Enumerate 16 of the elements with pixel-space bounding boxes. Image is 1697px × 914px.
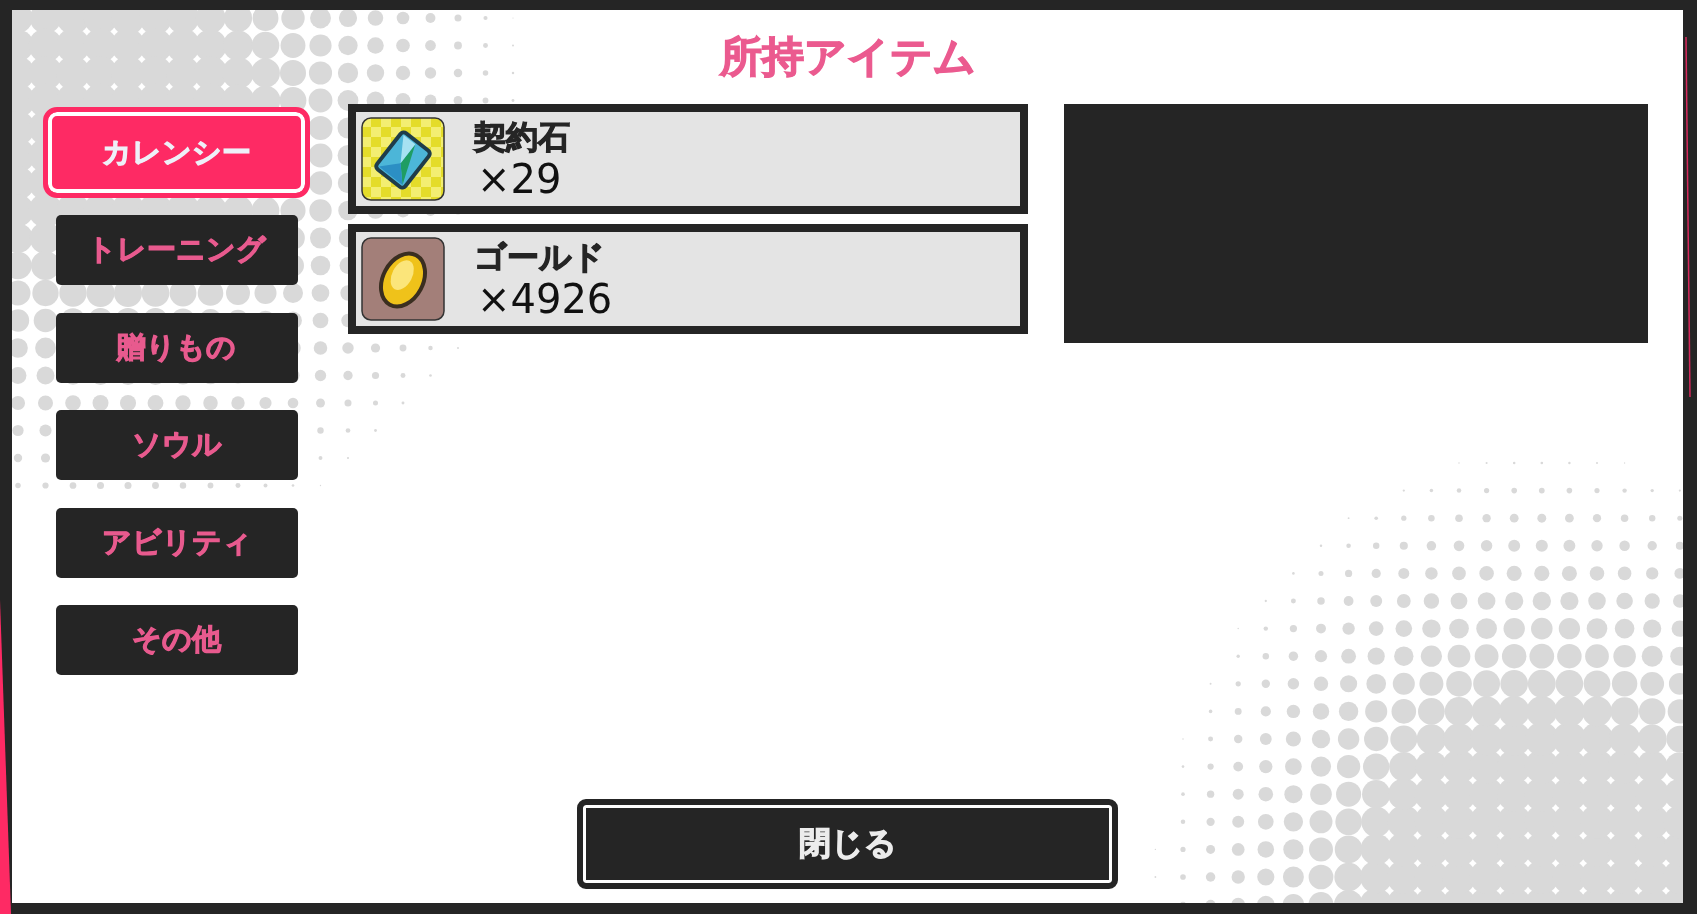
item-count: ×4926: [476, 277, 613, 321]
category-tab[interactable]: 贈りもの: [55, 312, 298, 383]
category-tab[interactable]: アビリティ: [55, 507, 298, 578]
item-card[interactable]: 契約石 ×29: [348, 104, 1028, 214]
item-card[interactable]: ゴールド ×4926: [348, 224, 1028, 334]
category-tab[interactable]: トレーニング: [55, 215, 298, 286]
gem-icon: [361, 117, 445, 201]
close-button[interactable]: 閉じる: [577, 799, 1118, 889]
category-tab[interactable]: ソウル: [55, 410, 298, 481]
item-name: ゴールド: [474, 237, 605, 277]
item-name: 契約石: [474, 117, 570, 157]
category-tab[interactable]: カレンシー: [43, 107, 310, 199]
window-title: 所持アイテム: [719, 32, 976, 82]
category-tab[interactable]: その他: [55, 605, 298, 676]
coin-icon: [361, 237, 445, 321]
item-count: ×29: [476, 157, 562, 201]
